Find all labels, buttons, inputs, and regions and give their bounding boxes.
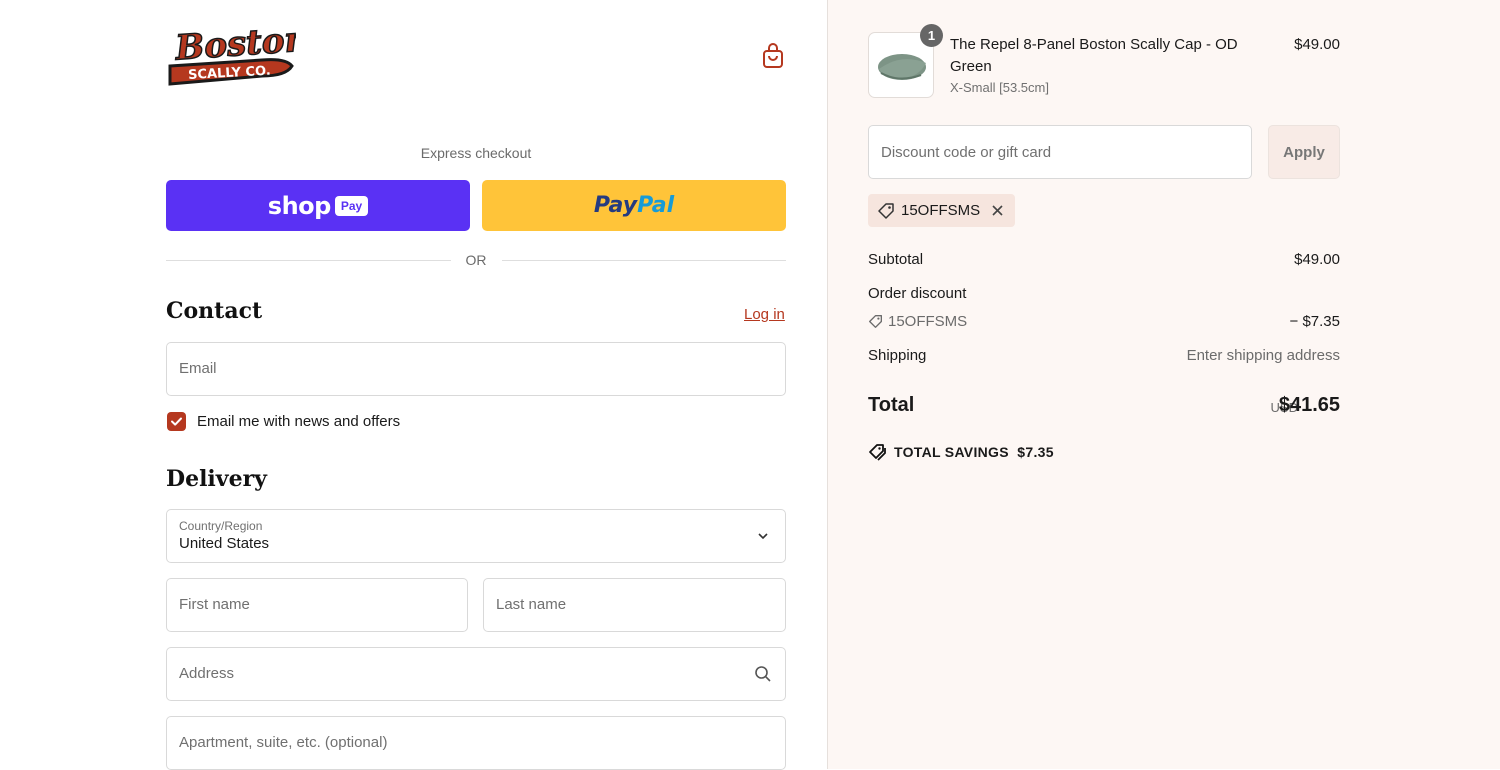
express-checkout-label: Express checkout	[420, 145, 532, 161]
first-name-placeholder: First name	[179, 596, 250, 613]
country-label: Country/Region	[179, 519, 263, 533]
product-variant: X-Small [53.5cm]	[950, 80, 1049, 95]
subtotal-value: $49.00	[1294, 251, 1340, 268]
subtotal-label: Subtotal	[868, 251, 924, 268]
newsletter-label: Email me with news and offers	[197, 413, 401, 430]
shipping-row: Shipping Enter shipping address	[868, 347, 1340, 364]
savings-label: TOTAL SAVINGS	[894, 444, 1009, 460]
total-value: $41.65	[1278, 394, 1340, 416]
apartment-placeholder: Apartment, suite, etc. (optional)	[179, 734, 388, 751]
total-label: Total	[868, 394, 915, 416]
checkmark-icon	[171, 417, 182, 426]
checkout-form-column: Boston SCALLY CO. Express checkout shop …	[0, 0, 827, 770]
country-select[interactable]: Country/Region United States	[166, 509, 786, 563]
applied-discount-tag: 15OFFSMS	[868, 194, 1015, 227]
brand-logo[interactable]: Boston SCALLY CO.	[166, 18, 311, 88]
quantity-badge: 1	[920, 24, 943, 47]
order-discount-label: Order discount	[868, 285, 967, 302]
contact-heading: Contact	[166, 298, 263, 324]
discount-code-label: 15OFFSMS	[888, 313, 968, 330]
or-divider: OR	[166, 250, 786, 270]
discount-placeholder: Discount code or gift card	[881, 144, 1052, 161]
svg-text:SCALLY CO.: SCALLY CO.	[188, 64, 271, 83]
tag-icon	[869, 315, 882, 328]
subtotal-row: Subtotal $49.00	[868, 251, 1340, 268]
apply-button[interactable]: Apply	[1268, 125, 1340, 179]
shopping-bag-icon[interactable]	[760, 42, 786, 70]
order-summary-column: 1 The Repel 8-Panel Boston Scally Cap - …	[827, 0, 1500, 769]
paypal-button[interactable]: Pay Pal	[482, 180, 786, 231]
paypal-wordmark-pay: Pay	[593, 193, 638, 218]
savings-value: $7.35	[1017, 444, 1054, 460]
chevron-down-icon	[758, 533, 768, 540]
first-name-field[interactable]: First name	[166, 578, 468, 632]
tags-icon	[869, 444, 886, 461]
applied-code: 15OFFSMS	[901, 202, 981, 219]
product-name: The Repel 8-Panel Boston Scally Cap - OD…	[950, 36, 1238, 75]
shop-pay-badge: Pay	[334, 195, 369, 216]
address-placeholder: Address	[179, 665, 235, 682]
delivery-heading: Delivery	[166, 466, 267, 492]
address-field[interactable]: Address	[166, 647, 786, 701]
apartment-field[interactable]: Apartment, suite, etc. (optional)	[166, 716, 786, 770]
discount-value: − $7.35	[1289, 313, 1340, 330]
paypal-wordmark-pal: Pal	[637, 193, 675, 218]
order-discount-row: Order discount	[868, 285, 1340, 302]
search-icon[interactable]	[754, 665, 772, 683]
shop-pay-wordmark: shop	[267, 191, 332, 220]
log-in-link[interactable]: Log in	[744, 306, 785, 323]
total-savings: TOTAL SAVINGS $7.35	[868, 443, 1054, 461]
shop-pay-button[interactable]: shop Pay	[166, 180, 470, 231]
last-name-field[interactable]: Last name	[483, 578, 786, 632]
product-price: $49.00	[1294, 36, 1340, 53]
email-field[interactable]: Email	[166, 342, 786, 396]
country-value: United States	[179, 535, 270, 552]
tag-icon	[878, 203, 894, 219]
shipping-label: Shipping	[868, 347, 927, 364]
discount-code-input[interactable]: Discount code or gift card	[868, 125, 1252, 179]
last-name-placeholder: Last name	[496, 596, 567, 613]
shipping-value: Enter shipping address	[1186, 347, 1340, 364]
or-text: OR	[465, 252, 487, 268]
newsletter-checkbox[interactable]	[167, 412, 186, 431]
remove-discount-icon[interactable]	[991, 204, 1004, 217]
email-placeholder: Email	[179, 360, 217, 377]
